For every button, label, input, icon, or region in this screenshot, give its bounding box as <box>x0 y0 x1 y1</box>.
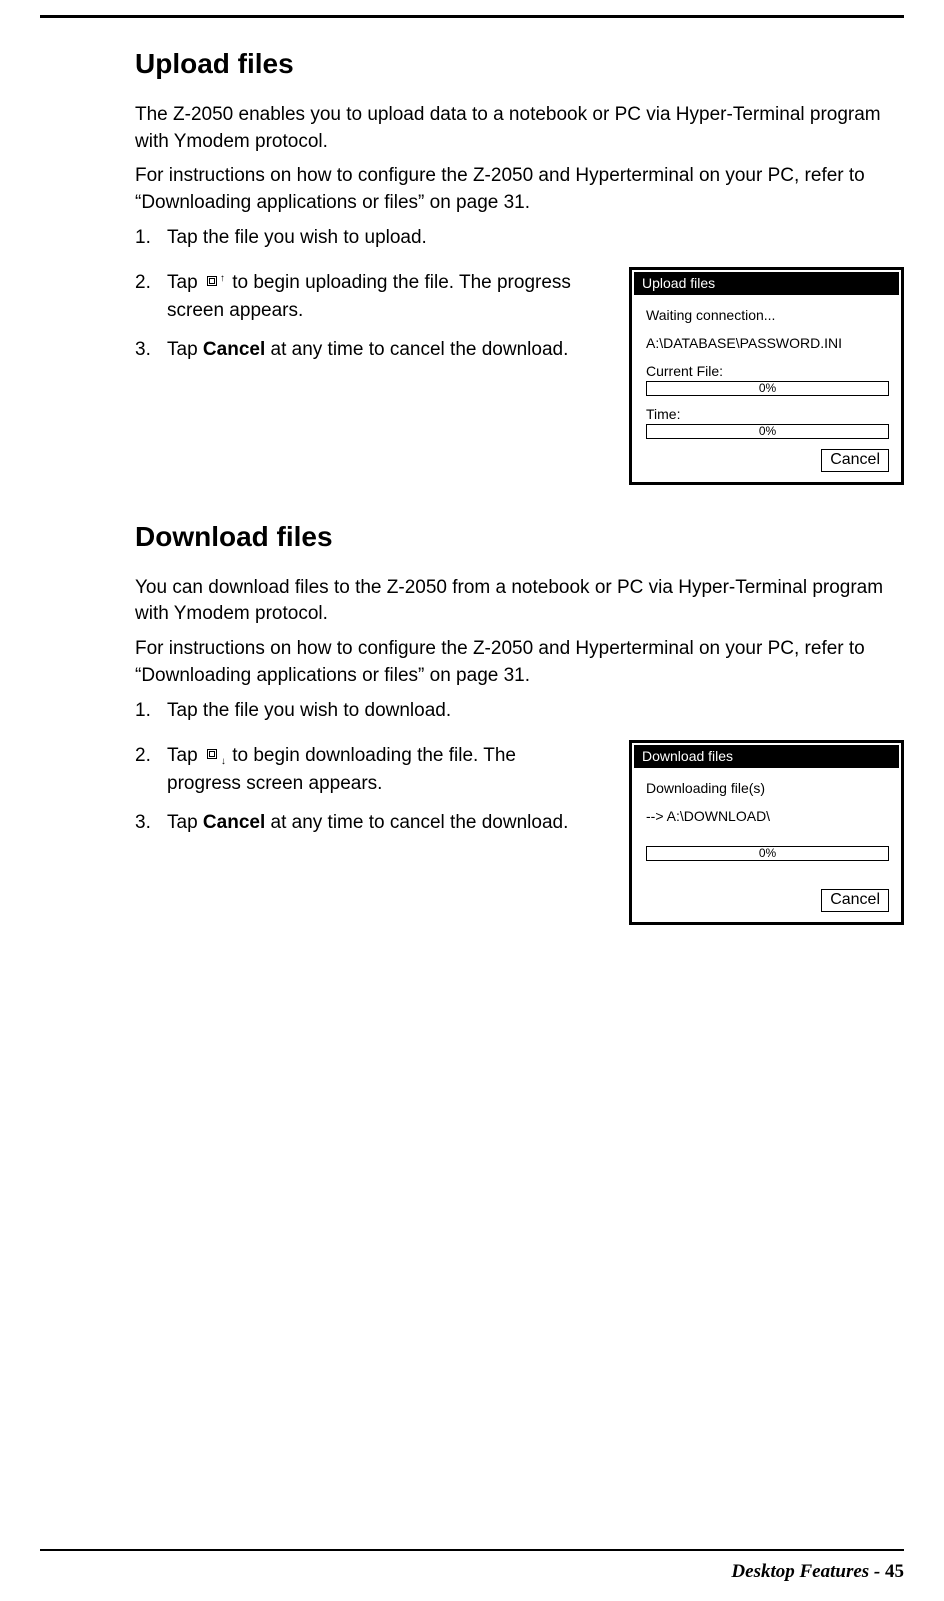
status-line: Downloading file(s) <box>646 780 889 796</box>
step-text-pre: Tap <box>167 812 203 833</box>
screenshot-titlebar: Upload files <box>634 272 899 295</box>
step-number: 1. <box>135 697 151 726</box>
upload-step-1: 1. Tap the file you wish to upload. <box>135 224 904 253</box>
upload-intro-1: The Z-2050 enables you to upload data to… <box>135 102 904 155</box>
upload-row-with-screenshot: 2. Tap ↑ to begin uploading the file. Th… <box>135 263 904 485</box>
upload-steps-list: 1. Tap the file you wish to upload. <box>135 224 904 253</box>
path-line: --> A:\DOWNLOAD\ <box>646 808 889 824</box>
step-text-post: at any time to cancel the download. <box>265 812 568 833</box>
step-text-post: at any time to cancel the download. <box>265 339 568 360</box>
screenshot-titlebar: Download files <box>634 745 899 768</box>
progress-bar-file: 0% <box>646 381 889 396</box>
download-icon: ↓ <box>205 747 225 765</box>
step-text-pre: Tap <box>167 745 203 766</box>
heading-upload-files: Upload files <box>135 48 904 80</box>
page-footer: Desktop Features - 45 <box>731 1561 904 1583</box>
upload-intro-2: For instructions on how to configure the… <box>135 163 904 216</box>
current-file-label: Current File: <box>646 363 889 379</box>
page-number: 45 <box>885 1561 904 1582</box>
time-label: Time: <box>646 406 889 422</box>
step-number: 1. <box>135 224 151 253</box>
footer-label: Desktop Features - <box>731 1561 885 1582</box>
step-text: Tap the file you wish to upload. <box>167 227 427 248</box>
download-step-1: 1. Tap the file you wish to download. <box>135 697 904 726</box>
step-text-pre: Tap <box>167 272 203 293</box>
heading-download-files: Download files <box>135 521 904 553</box>
progress-value: 0% <box>759 424 776 438</box>
step-number: 3. <box>135 809 151 838</box>
upload-step-3: 3. Tap Cancel at any time to cancel the … <box>135 336 595 365</box>
step-text-pre: Tap <box>167 339 203 360</box>
download-intro-2: For instructions on how to configure the… <box>135 636 904 689</box>
step-text-bold: Cancel <box>203 339 265 360</box>
bottom-horizontal-rule <box>40 1549 904 1551</box>
progress-bar: 0% <box>646 846 889 861</box>
step-number: 3. <box>135 336 151 365</box>
status-line: Waiting connection... <box>646 307 889 323</box>
step-text-bold: Cancel <box>203 812 265 833</box>
progress-value: 0% <box>759 846 776 860</box>
progress-value: 0% <box>759 381 776 395</box>
progress-bar-time: 0% <box>646 424 889 439</box>
step-text-post: to begin uploading the file. The progres… <box>167 272 571 322</box>
cancel-button[interactable]: Cancel <box>821 449 889 472</box>
download-step-3: 3. Tap Cancel at any time to cancel the … <box>135 809 595 838</box>
download-row-with-screenshot: 2. Tap ↓ to begin downloading the file. … <box>135 736 904 925</box>
upload-screenshot: Upload files Waiting connection... A:\DA… <box>629 267 904 485</box>
page-content: Upload files The Z-2050 enables you to u… <box>40 18 904 925</box>
step-number: 2. <box>135 269 151 298</box>
step-number: 2. <box>135 742 151 771</box>
download-intro-1: You can download files to the Z-2050 fro… <box>135 575 904 628</box>
upload-step-2: 2. Tap ↑ to begin uploading the file. Th… <box>135 269 595 326</box>
cancel-button[interactable]: Cancel <box>821 889 889 912</box>
upload-icon: ↑ <box>205 274 225 292</box>
step-text: Tap the file you wish to download. <box>167 700 451 721</box>
path-line: A:\DATABASE\PASSWORD.INI <box>646 335 889 351</box>
download-screenshot: Download files Downloading file(s) --> A… <box>629 740 904 925</box>
download-steps-list: 1. Tap the file you wish to download. <box>135 697 904 726</box>
download-step-2: 2. Tap ↓ to begin downloading the file. … <box>135 742 595 799</box>
